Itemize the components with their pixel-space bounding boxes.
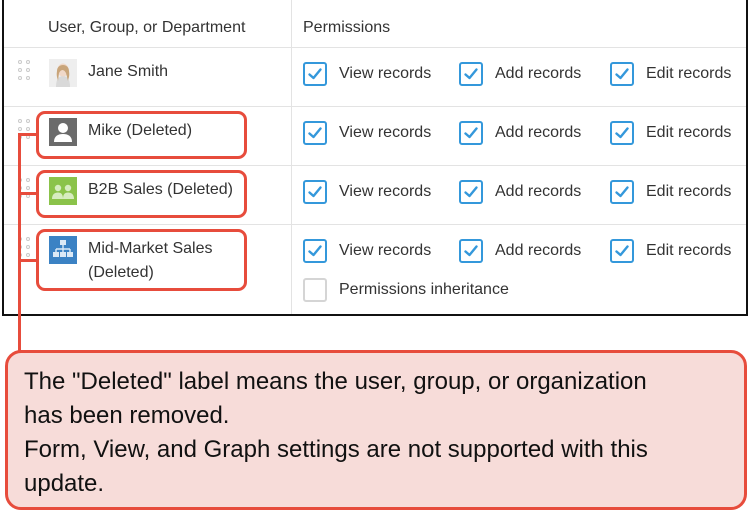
checkbox-view-records[interactable] bbox=[303, 121, 327, 145]
highlight-box bbox=[36, 170, 247, 218]
highlight-box bbox=[36, 229, 247, 291]
deleted-label-callout: The "Deleted" label means the user, grou… bbox=[5, 350, 747, 510]
permission-label: View records bbox=[339, 65, 432, 82]
checkbox-edit-records[interactable] bbox=[610, 239, 634, 263]
permission-view[interactable]: View records bbox=[303, 61, 431, 87]
callout-connector bbox=[18, 133, 38, 136]
permission-view[interactable]: View records bbox=[303, 120, 431, 146]
header-entity: User, Group, or Department bbox=[48, 19, 246, 36]
permission-add[interactable]: Add records bbox=[459, 61, 581, 87]
permission-view[interactable]: View records bbox=[303, 179, 431, 205]
user-photo-avatar-icon bbox=[49, 59, 77, 87]
table-header: User, Group, or Department Permissions bbox=[4, 0, 746, 48]
checkbox-view-records[interactable] bbox=[303, 62, 327, 86]
drag-handle-icon[interactable] bbox=[18, 60, 32, 82]
checkbox-edit-records[interactable] bbox=[610, 62, 634, 86]
screenshot-stage: User, Group, or Department Permissions J… bbox=[0, 0, 750, 514]
permission-label: Add records bbox=[495, 183, 582, 200]
checkbox-permissions-inheritance[interactable] bbox=[303, 278, 327, 302]
permission-label: Edit records bbox=[646, 65, 732, 82]
permission-edit[interactable]: Edit records bbox=[610, 179, 731, 205]
callout-line: Form, View, and Graph settings are not s… bbox=[24, 436, 648, 463]
callout-line: The "Deleted" label means the user, grou… bbox=[24, 368, 647, 395]
permission-label: Add records bbox=[495, 65, 582, 82]
permission-view[interactable]: View records bbox=[303, 238, 431, 264]
permission-inheritance[interactable]: Permissions inheritance bbox=[303, 277, 509, 303]
permission-label: View records bbox=[339, 183, 432, 200]
callout-connector bbox=[18, 192, 38, 195]
permission-edit[interactable]: Edit records bbox=[610, 61, 731, 87]
header-permissions: Permissions bbox=[303, 19, 391, 36]
checkbox-view-records[interactable] bbox=[303, 180, 327, 204]
checkbox-edit-records[interactable] bbox=[610, 121, 634, 145]
permission-edit[interactable]: Edit records bbox=[610, 238, 731, 264]
checkbox-add-records[interactable] bbox=[459, 180, 483, 204]
checkbox-add-records[interactable] bbox=[459, 239, 483, 263]
checkbox-add-records[interactable] bbox=[459, 121, 483, 145]
permission-label: Permissions inheritance bbox=[339, 281, 509, 298]
permission-add[interactable]: Add records bbox=[459, 120, 581, 146]
callout-connector bbox=[18, 133, 21, 352]
callout-line: update. bbox=[24, 470, 105, 497]
permission-label: View records bbox=[339, 242, 432, 259]
checkbox-edit-records[interactable] bbox=[610, 180, 634, 204]
highlight-box bbox=[36, 111, 247, 159]
checkbox-view-records[interactable] bbox=[303, 239, 327, 263]
permission-label: Edit records bbox=[646, 183, 732, 200]
permission-label: Add records bbox=[495, 242, 582, 259]
permission-label: Edit records bbox=[646, 242, 732, 259]
permission-label: View records bbox=[339, 124, 432, 141]
permission-add[interactable]: Add records bbox=[459, 179, 581, 205]
callout-line: has been removed. bbox=[24, 402, 230, 429]
permission-edit[interactable]: Edit records bbox=[610, 120, 731, 146]
table-row: Jane Smith View records Add records Edit… bbox=[4, 48, 746, 107]
permission-add[interactable]: Add records bbox=[459, 238, 581, 264]
checkbox-add-records[interactable] bbox=[459, 62, 483, 86]
permission-label: Add records bbox=[495, 124, 582, 141]
callout-connector bbox=[18, 259, 38, 262]
permission-label: Edit records bbox=[646, 124, 732, 141]
entity-name: Jane Smith bbox=[88, 63, 169, 80]
